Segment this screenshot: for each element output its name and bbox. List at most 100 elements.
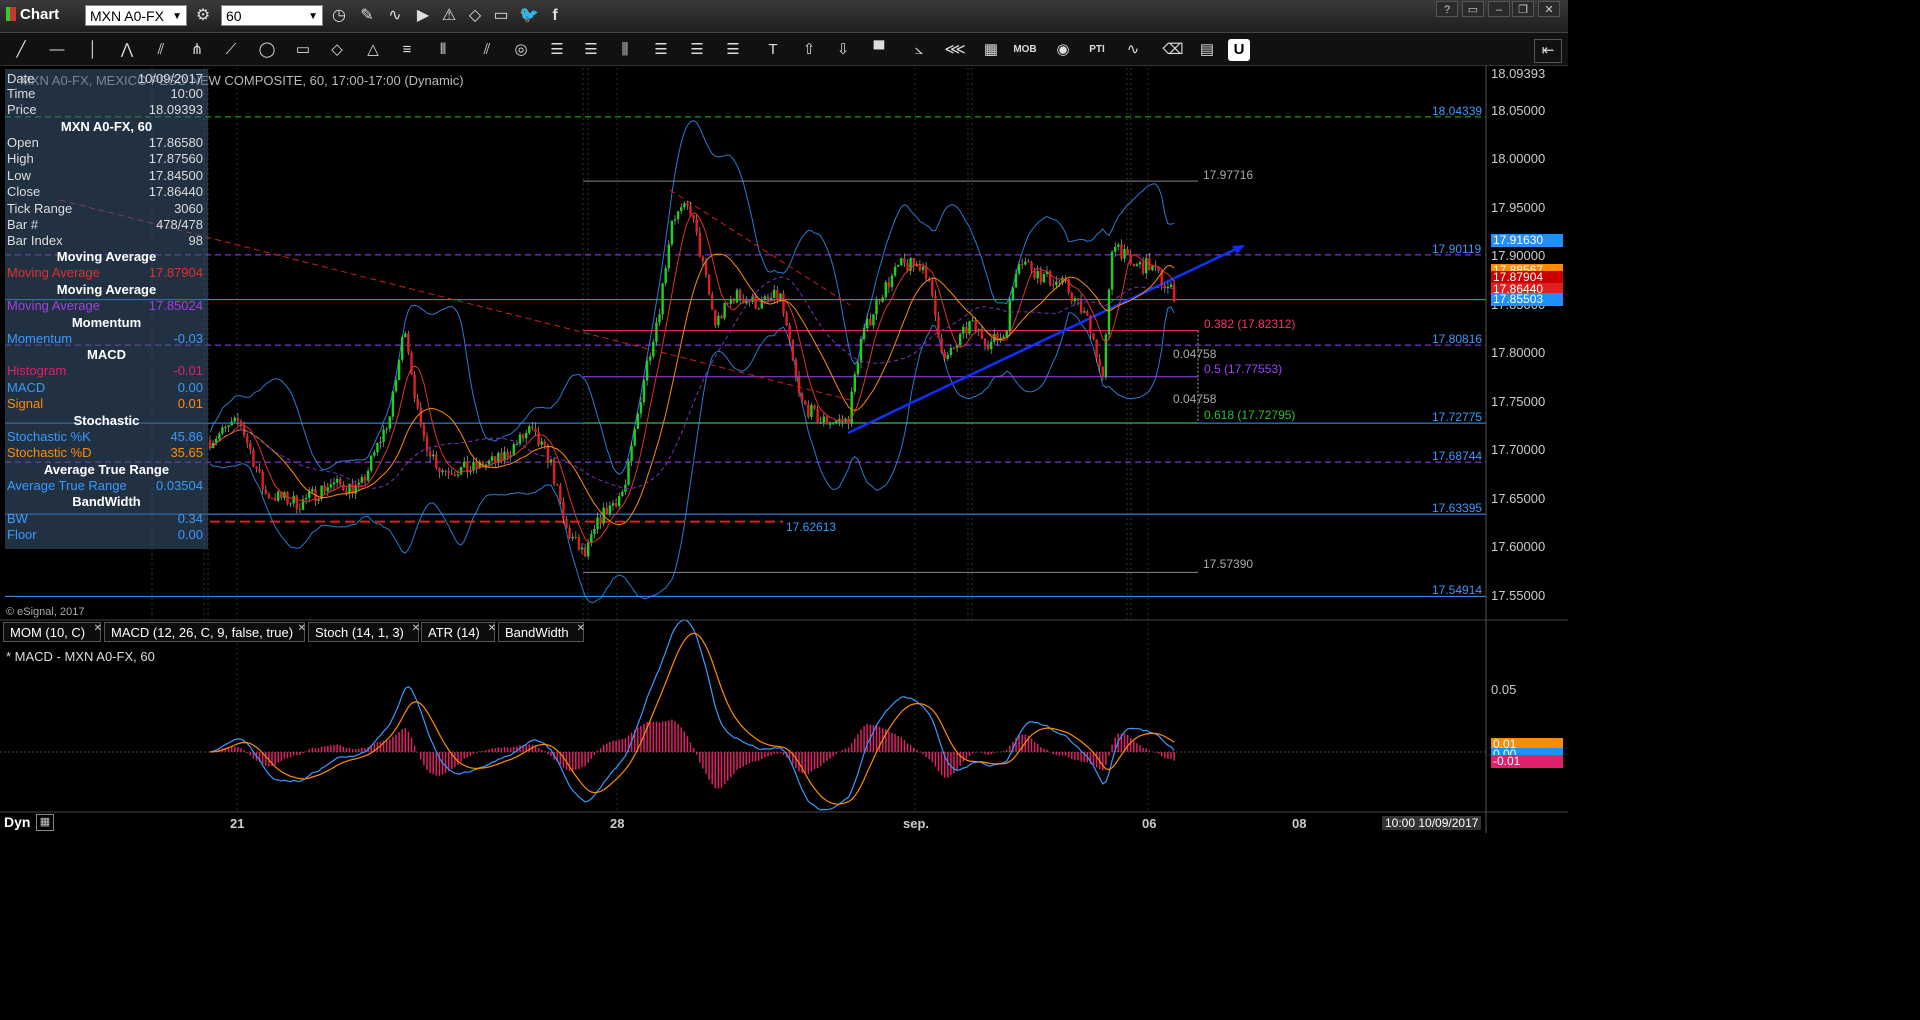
interval-combo[interactable]: 60 ▼ <box>221 5 323 26</box>
candle-body <box>1107 289 1111 335</box>
grid-icon[interactable]: ▦ <box>978 39 1004 61</box>
candle-body <box>701 256 705 262</box>
candle-body <box>754 296 757 309</box>
restore-button[interactable]: ▭ <box>1462 1 1484 17</box>
info-value: -0.01 <box>173 363 203 378</box>
andrews-icon[interactable]: ☰ <box>720 39 746 61</box>
close-icon[interactable]: ✕ <box>488 619 496 639</box>
horizontal-line-icon[interactable]: — <box>44 39 70 61</box>
rectangle-icon[interactable]: ▭ <box>290 39 316 61</box>
tab-mom[interactable]: MOM (10, C) ✕ <box>3 619 102 642</box>
pencil-icon[interactable]: ✎ <box>356 5 378 27</box>
cycle-icon[interactable]: ⋘ <box>942 39 968 61</box>
copyright: © eSignal, 2017 <box>6 606 85 618</box>
info-value: 17.86580 <box>148 135 203 150</box>
info-row: High 17.87560 <box>7 151 207 167</box>
tjs-icon[interactable]: ◉ <box>1050 39 1076 61</box>
info-value: 0.01 <box>177 396 203 411</box>
ma2-heading: Moving Average <box>56 282 157 297</box>
pitchfork-icon[interactable]: ⋔ <box>184 39 210 61</box>
tab-stoch[interactable]: Stoch (14, 1, 3) ✕ <box>308 619 420 642</box>
fib-time-icon[interactable]: ⫼ <box>612 39 638 61</box>
price-axis-label: 17.90000 <box>1491 248 1546 263</box>
parallel-lines-icon[interactable]: ≡ <box>394 39 420 61</box>
text-icon[interactable]: T <box>760 39 786 61</box>
arrow-up-icon[interactable]: ⇧ <box>796 39 822 61</box>
eraser-icon[interactable]: ◇ <box>464 5 486 27</box>
chevron-down-icon[interactable]: ▼ <box>172 6 182 27</box>
ellipse-icon[interactable]: ◯ <box>254 39 280 61</box>
eraser-icon[interactable]: ⌫ <box>1160 39 1186 61</box>
minimize-button[interactable]: – <box>1488 1 1510 17</box>
gann-fan-icon[interactable]: ⟋ <box>218 39 244 61</box>
candle-body <box>1166 286 1170 289</box>
candle-body <box>1135 264 1139 267</box>
polyline-icon[interactable]: ⋀ <box>114 39 140 61</box>
bars-icon[interactable]: ⦀ <box>430 39 456 61</box>
mob-icon[interactable]: MOB <box>1012 39 1038 61</box>
close-icon[interactable]: ✕ <box>94 619 102 639</box>
candle-body <box>791 339 794 360</box>
fib-fan-icon[interactable]: ☰ <box>684 39 710 61</box>
fib-arcs-icon[interactable]: ☰ <box>648 39 674 61</box>
info-row: Open 17.86580 <box>7 135 207 151</box>
info-key: Floor <box>7 527 37 542</box>
comment-icon[interactable]: ▭ <box>490 5 512 27</box>
candle-body <box>983 338 987 346</box>
grid-toggle-icon[interactable]: ▦ <box>36 814 54 831</box>
maximize-button[interactable]: ❐ <box>1512 1 1534 17</box>
close-icon[interactable]: ✕ <box>577 619 585 639</box>
candle-body <box>903 258 906 264</box>
candle-body <box>258 468 261 472</box>
vertical-line-icon[interactable]: │ <box>80 39 106 61</box>
facebook-icon[interactable]: f <box>544 5 566 27</box>
chevron-down-icon[interactable]: ▼ <box>308 6 318 27</box>
candle-body <box>490 456 494 461</box>
tab-label: MOM (10, C) <box>10 625 86 640</box>
pti-icon[interactable]: PTI <box>1084 39 1110 61</box>
price-chart[interactable] <box>0 66 1568 833</box>
fib-circles-icon[interactable]: ◎ <box>508 39 534 61</box>
fib-extension-icon[interactable]: ☰ <box>578 39 604 61</box>
triangle-icon[interactable]: △ <box>360 39 386 61</box>
arrow-down-icon[interactable]: ⇩ <box>830 39 856 61</box>
candle-body <box>1079 299 1083 313</box>
region-icon[interactable]: ▀ <box>866 39 892 61</box>
squiggle-icon[interactable]: ∿ <box>384 5 406 27</box>
info-row-date: Date 10/09/2017 <box>7 71 207 87</box>
twitter-icon[interactable]: 🐦 <box>518 5 540 27</box>
interval-settings-icon[interactable]: ⚙ <box>192 5 214 27</box>
candle-body <box>1002 336 1005 338</box>
close-icon[interactable]: ✕ <box>412 619 420 639</box>
channel-icon[interactable]: ⫽ <box>148 39 174 61</box>
candle-body <box>881 297 884 302</box>
chat-icon[interactable]: ▤ <box>1194 39 1220 61</box>
help-button[interactable]: ? <box>1436 1 1458 17</box>
tab-macd[interactable]: MACD (12, 26, C, 9, false, true) ✕ <box>104 619 306 642</box>
info-key: Date <box>7 71 35 86</box>
play-icon[interactable]: ▶ <box>412 5 434 27</box>
tab-bandwidth[interactable]: BandWidth ✕ <box>498 619 585 642</box>
info-key: Signal <box>7 396 44 411</box>
info-key: Moving Average <box>7 265 100 280</box>
close-button[interactable]: ✕ <box>1538 1 1560 17</box>
symbol-combo[interactable]: MXN A0-FX ▼ <box>85 5 187 26</box>
macd-hist-tag: -0.01 <box>1491 755 1563 768</box>
u-logo-icon[interactable]: U <box>1228 39 1250 61</box>
trendline-icon[interactable]: ╱ <box>8 39 34 61</box>
tab-atr[interactable]: ATR (14) ✕ <box>421 619 496 642</box>
diamond-icon[interactable]: ◇ <box>324 39 350 61</box>
alert-icon[interactable]: ⚠ <box>438 5 460 27</box>
fib-retracement-icon[interactable]: ☰ <box>544 39 570 61</box>
close-icon[interactable]: ✕ <box>298 619 306 639</box>
candle-body <box>404 333 407 338</box>
fib-lines-icon[interactable]: ⫽ <box>474 39 500 61</box>
candle-body <box>286 492 289 504</box>
regression-icon[interactable]: ⦣ <box>906 39 932 61</box>
waves-icon[interactable]: ∿ <box>1120 39 1146 61</box>
toolbar-toggle-icon[interactable]: ⇤ <box>1534 39 1562 63</box>
candle-body <box>974 320 977 331</box>
candle-body <box>667 244 670 269</box>
fib-delta-2: 0.04758 <box>1173 392 1217 406</box>
clock-icon[interactable]: ◷ <box>328 5 350 27</box>
